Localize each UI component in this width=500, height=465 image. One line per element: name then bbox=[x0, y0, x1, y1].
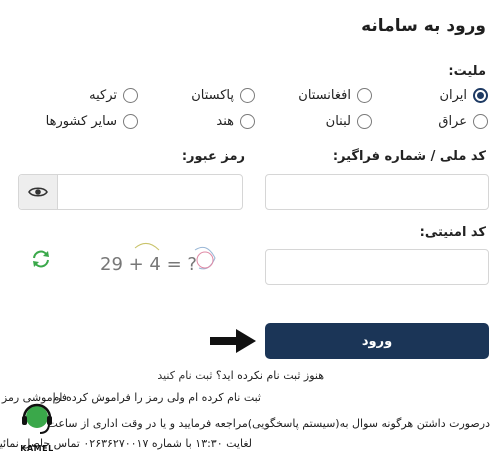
radio-lebanon[interactable]: لبنان bbox=[326, 114, 372, 129]
kamel-logo: KAMEL bbox=[14, 400, 60, 460]
show-password-toggle[interactable] bbox=[19, 175, 58, 209]
radio-button[interactable] bbox=[123, 88, 138, 103]
radio-label: ترکیه bbox=[89, 88, 117, 103]
radio-iraq[interactable]: عراق bbox=[438, 114, 488, 129]
radio-button-checked[interactable] bbox=[473, 88, 488, 103]
national-id-label: کد ملی / شماره فراگیر: bbox=[332, 149, 486, 164]
page-title: ورود به سامانه bbox=[361, 16, 486, 36]
logo-text: KAMEL bbox=[20, 444, 54, 453]
radio-button[interactable] bbox=[123, 114, 138, 129]
nationality-label: ملیت: bbox=[448, 64, 486, 79]
radio-other-countries[interactable]: سایر کشورها bbox=[46, 114, 138, 129]
radio-label: ایران bbox=[439, 88, 467, 103]
registered-forgot-text: ثبت نام کرده ام ولی رمز را فراموش کرده ا… bbox=[52, 391, 261, 404]
radio-label: هند bbox=[216, 114, 234, 129]
password-label: رمز عبور: bbox=[181, 149, 245, 164]
refresh-icon[interactable] bbox=[30, 249, 52, 269]
login-button[interactable]: ورود bbox=[265, 323, 489, 359]
national-id-input[interactable] bbox=[265, 174, 489, 210]
radio-turkey[interactable]: ترکیه bbox=[89, 88, 138, 103]
radio-label: سایر کشورها bbox=[45, 114, 117, 129]
radio-pakistan[interactable]: پاکستان bbox=[191, 88, 255, 103]
radio-india[interactable]: هند bbox=[216, 114, 255, 129]
security-code-input[interactable] bbox=[265, 249, 489, 285]
radio-button[interactable] bbox=[240, 88, 255, 103]
radio-afghanistan[interactable]: افغانستان bbox=[298, 88, 372, 103]
radio-label: افغانستان bbox=[298, 88, 351, 103]
radio-button[interactable] bbox=[240, 114, 255, 129]
radio-label: عراق bbox=[438, 114, 467, 129]
radio-iran[interactable]: ایران bbox=[439, 88, 488, 103]
arrow-right-icon bbox=[210, 329, 256, 353]
captcha-image: 29 + 4 = ? bbox=[95, 238, 225, 282]
radio-button[interactable] bbox=[357, 114, 372, 129]
radio-label: پاکستان bbox=[191, 88, 234, 103]
password-input[interactable] bbox=[18, 174, 243, 210]
captcha-text: 29 + 4 = ? bbox=[100, 254, 197, 275]
security-code-label: کد امنیتی: bbox=[419, 225, 486, 240]
headset-icon bbox=[22, 403, 52, 434]
help-text-line1: درصورت داشتن هرگونه سوال به(سیستم پاسخگو… bbox=[47, 417, 490, 430]
radio-button[interactable] bbox=[357, 88, 372, 103]
not-registered-text: هنوز ثبت نام نکرده اید؟ ثبت نام کنید bbox=[157, 369, 324, 382]
radio-label: لبنان bbox=[325, 114, 351, 129]
register-link[interactable]: ثبت نام کنید bbox=[157, 369, 212, 382]
not-registered-label: هنوز ثبت نام نکرده اید؟ bbox=[215, 369, 324, 382]
radio-button[interactable] bbox=[473, 114, 488, 129]
eye-icon[interactable] bbox=[28, 185, 48, 199]
